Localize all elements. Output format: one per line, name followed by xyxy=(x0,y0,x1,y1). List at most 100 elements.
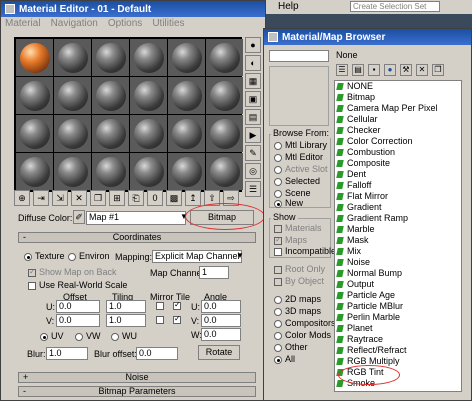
list-item[interactable]: Mask xyxy=(335,235,461,246)
w-angle-input[interactable]: 0.0 xyxy=(201,328,241,341)
browse-scene-radio[interactable]: Scene xyxy=(274,188,311,198)
material-slot[interactable] xyxy=(92,77,129,114)
browser-search-input[interactable] xyxy=(269,50,329,62)
wu-radio[interactable]: WU xyxy=(111,331,137,341)
category-all-radio[interactable]: All xyxy=(274,354,295,364)
list-item[interactable]: Noise xyxy=(335,257,461,268)
list-item[interactable]: Checker xyxy=(335,125,461,136)
view-list-icon[interactable]: ☰ xyxy=(336,64,348,76)
put-to-library-icon[interactable]: ⎗ xyxy=(128,190,144,206)
material-slot[interactable] xyxy=(168,115,205,152)
list-item[interactable]: Color Correction xyxy=(335,136,461,147)
blur-offset-input[interactable]: 0.0 xyxy=(136,347,178,360)
material-slot[interactable] xyxy=(130,39,167,76)
uv-tiling-icon[interactable]: ▣ xyxy=(245,91,261,107)
list-item[interactable]: Marble xyxy=(335,224,461,235)
view-large-icons-icon[interactable]: ● xyxy=(384,64,396,76)
make-copy-icon[interactable]: ❐ xyxy=(90,190,106,206)
u-tile-checkbox[interactable] xyxy=(173,300,181,310)
menu-utilities[interactable]: Utilities xyxy=(152,18,184,30)
material-slot[interactable] xyxy=(168,77,205,114)
list-item[interactable]: Gradient Ramp xyxy=(335,213,461,224)
options-icon[interactable]: ✎ xyxy=(245,145,261,161)
blur-input[interactable]: 1.0 xyxy=(46,347,88,360)
sample-type-icon[interactable]: ● xyxy=(245,37,261,53)
mapping-dropdown[interactable]: Explicit Map Channel xyxy=(152,250,242,263)
list-item[interactable]: Composite xyxy=(335,158,461,169)
material-effects-channel-icon[interactable]: 0 xyxy=(147,190,163,206)
vw-radio[interactable]: VW xyxy=(75,331,101,341)
material-slot[interactable] xyxy=(92,153,129,190)
browse-mtl-editor-radio[interactable]: Mtl Editor xyxy=(274,152,323,162)
material-slot[interactable] xyxy=(130,77,167,114)
environ-radio[interactable]: Environ xyxy=(68,251,110,261)
pick-material-icon[interactable]: ✐ xyxy=(73,210,85,224)
list-item[interactable]: Perlin Marble xyxy=(335,312,461,323)
browse-new-radio[interactable]: New xyxy=(274,198,303,208)
menu-navigation[interactable]: Navigation xyxy=(51,18,98,30)
list-item[interactable]: Flat Mirror xyxy=(335,191,461,202)
texture-radio[interactable]: Texture xyxy=(24,251,65,261)
category-other-radio[interactable]: Other xyxy=(274,342,308,352)
list-item[interactable]: Cellular xyxy=(335,114,461,125)
material-editor-titlebar[interactable]: Material Editor - 01 - Default xyxy=(1,1,265,17)
list-item[interactable]: Gradient xyxy=(335,202,461,213)
material-slot[interactable] xyxy=(54,39,91,76)
u-angle-input[interactable]: 0.0 xyxy=(201,300,241,313)
reset-map-icon[interactable]: ✕ xyxy=(71,190,87,206)
material-slot[interactable] xyxy=(16,77,53,114)
map-channel-input[interactable]: 1 xyxy=(199,266,229,279)
help-menu[interactable]: Help xyxy=(278,1,299,12)
material-slot[interactable] xyxy=(92,39,129,76)
material-slot[interactable] xyxy=(16,153,53,190)
v-tiling-input[interactable]: 1.0 xyxy=(106,314,146,327)
material-slot[interactable] xyxy=(206,77,243,114)
get-material-icon[interactable]: ⊕ xyxy=(14,190,30,206)
menu-options[interactable]: Options xyxy=(108,18,142,30)
category-3d-maps-radio[interactable]: 3D maps xyxy=(274,306,321,316)
browse-active-slot-radio[interactable]: Active Slot xyxy=(274,164,328,174)
category-compositors-radio[interactable]: Compositors xyxy=(274,318,336,328)
update-scene-icon[interactable]: ⚒ xyxy=(400,64,412,76)
coordinates-rollout-header[interactable]: - Coordinates xyxy=(18,232,256,243)
assign-to-selection-icon[interactable]: ⇲ xyxy=(52,190,68,206)
show-incompatible-checkbox[interactable]: Incompatible xyxy=(274,246,336,256)
show-materials-checkbox[interactable]: Materials xyxy=(274,223,322,233)
root-only-checkbox[interactable]: Root Only xyxy=(274,264,325,274)
make-preview-icon[interactable]: ▶ xyxy=(245,127,261,143)
show-maps-checkbox[interactable]: Maps xyxy=(274,235,307,245)
menu-material[interactable]: Material xyxy=(5,18,41,30)
u-mirror-checkbox[interactable] xyxy=(156,302,164,310)
u-tiling-input[interactable]: 1.0 xyxy=(106,300,146,313)
list-item[interactable]: Raytrace xyxy=(335,334,461,345)
material-slot[interactable] xyxy=(130,115,167,152)
material-slot[interactable] xyxy=(206,115,243,152)
list-item[interactable]: Particle MBlur xyxy=(335,301,461,312)
list-item[interactable]: Normal Bump xyxy=(335,268,461,279)
use-real-world-scale-checkbox[interactable]: Use Real-World Scale xyxy=(28,280,127,290)
delete-icon[interactable]: ✕ xyxy=(416,64,428,76)
material-slot[interactable] xyxy=(168,153,205,190)
material-slot[interactable] xyxy=(16,115,53,152)
material-slot[interactable] xyxy=(206,39,243,76)
show-end-result-icon[interactable]: ↥ xyxy=(185,190,201,206)
selection-set-dropdown[interactable]: Create Selection Set xyxy=(350,1,440,12)
list-item[interactable]: Particle Age xyxy=(335,290,461,301)
list-item[interactable]: Bitmap xyxy=(335,92,461,103)
list-item[interactable]: Mix xyxy=(335,246,461,257)
browse-selected-radio[interactable]: Selected xyxy=(274,176,320,186)
browse-mtl-library-radio[interactable]: Mtl Library xyxy=(274,140,327,150)
list-item[interactable]: Planet xyxy=(335,323,461,334)
view-list-icons-icon[interactable]: ▤ xyxy=(352,64,364,76)
view-small-icons-icon[interactable]: ▪ xyxy=(368,64,380,76)
rotate-button[interactable]: Rotate xyxy=(198,345,240,360)
material-slot[interactable] xyxy=(54,77,91,114)
v-tile-checkbox[interactable] xyxy=(173,314,181,324)
material-slot[interactable] xyxy=(168,39,205,76)
video-check-icon[interactable]: ▤ xyxy=(245,109,261,125)
select-by-material-icon[interactable]: ◎ xyxy=(245,163,261,179)
make-unique-icon[interactable]: ⊞ xyxy=(109,190,125,206)
list-item[interactable]: Combustion xyxy=(335,147,461,158)
show-map-icon[interactable]: ▩ xyxy=(166,190,182,206)
category-2d-maps-radio[interactable]: 2D maps xyxy=(274,294,321,304)
